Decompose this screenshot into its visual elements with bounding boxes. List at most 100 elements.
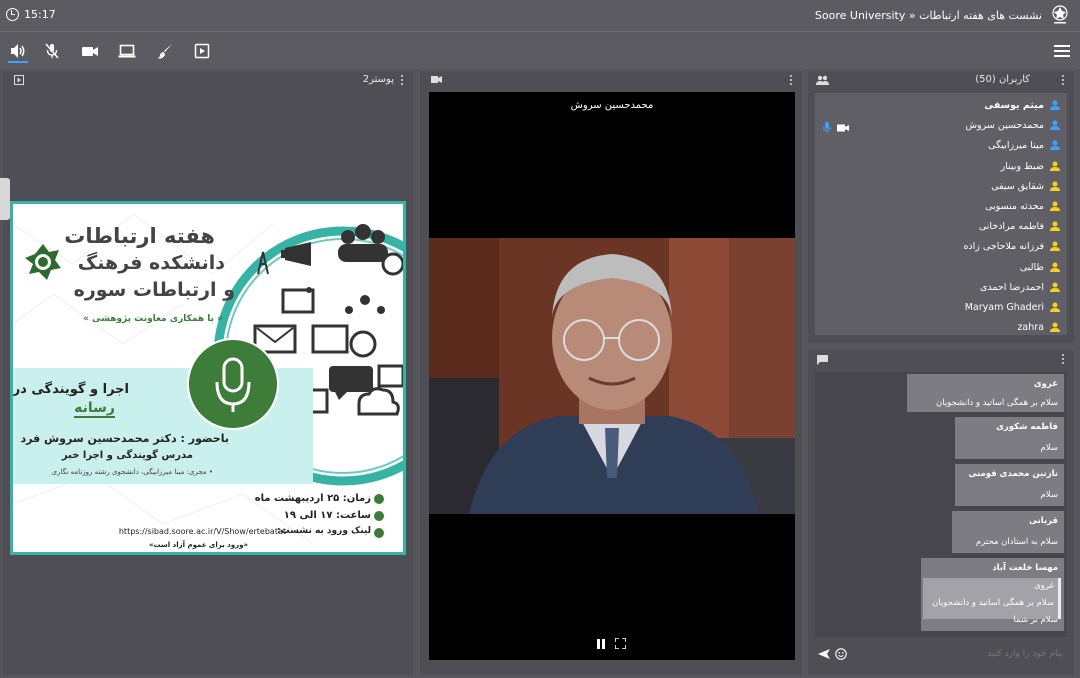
speaker-name: محمدحسین سروش [570,100,654,111]
chat-sender: مهسا خلعت آباد [992,563,1058,573]
user-name: مینا میرزابیگی [988,140,1044,152]
user-name: Maryam Ghaderi [964,302,1044,313]
poster-link-label: لینک ورود به نشست: [277,526,371,536]
emoji-icon[interactable] [835,648,847,660]
chat-input[interactable] [853,644,1063,664]
poster-public-note: «ورود برای عموم آزاد است» [148,541,248,549]
speaker-video-image [429,238,795,514]
chat-message: قربانی سلام به استادان محترم [952,511,1064,553]
presentation-panel-header: پوستر2 [3,71,413,89]
user-name: ضبط وبینار [1000,160,1044,172]
user-row[interactable]: طالبی [815,257,1067,277]
user-icon [1050,161,1060,171]
user-icon [1050,140,1060,151]
user-name: فاطمه مرادخانی [978,221,1044,233]
toolbar [0,33,1080,69]
user-icon [1050,100,1060,110]
speaker-icon[interactable] [9,42,27,60]
user-name: میثم یوسفی [984,100,1044,111]
user-row[interactable]: میثم یوسفی [815,95,1067,115]
chat-text: سلام به استادان محترم [975,537,1058,547]
user-icon [1050,221,1060,232]
presentation-icon [14,75,24,85]
user-name: فرزانه ملاحاجی زاده [963,241,1044,253]
pause-icon[interactable] [597,638,607,650]
poster-presenter-line2: مدرس گویندگی و اجرا خبر [61,450,193,461]
chat-input-bar [815,642,1067,666]
user-row[interactable]: شقایق سیفی [815,176,1067,196]
chat-icon [817,355,828,365]
poster-link-url: https://sibad.soore.ac.ir/V/Show/ertebat… [118,527,286,536]
user-row[interactable]: محمدحسین سروش [815,115,1067,135]
event-poster: هفته ارتباطات دانشکده فرهنگ و ارتباطات س… [10,201,406,555]
more-options-icon[interactable] [1062,354,1065,365]
user-row[interactable]: فاطمه مرادخانی [815,216,1067,236]
chat-panel-header [808,350,1074,368]
user-icon [1050,302,1060,312]
screen-share-icon[interactable] [118,42,136,60]
chat-text: سلام [1040,443,1058,453]
user-name: طالبی [1019,261,1044,273]
chat-quoted-message: غروی سلام بر همگی اساتید و دانشجویان [923,578,1061,619]
poster-title-line2: دانشکده فرهنگ [77,252,225,274]
poster-title-line3: و ارتباطات سوره [73,279,235,301]
chat-message: غروی سلام بر همگی اساتید و دانشجویان [907,374,1064,412]
chat-text: سلام [1040,490,1058,500]
more-options-icon[interactable] [401,75,404,86]
user-row[interactable]: فرزانه ملاحاجی زاده [815,236,1067,256]
user-name: شقایق سیفی [991,180,1044,192]
user-row[interactable]: Maryam Ghaderi [815,297,1067,317]
poster-subtitle: « با همکاری معاونت پژوهشی » [83,314,223,324]
clock-time: 15:17 [24,8,56,21]
user-row[interactable]: مینا میرزابیگی [815,135,1067,155]
user-name: zahra [1017,322,1044,334]
users-list: میثم یوسفی محمدحسین سروش مینا میرزابیگی ضبط… [815,93,1067,335]
title-bar: 15:17 Soore University » نشست های هفته ا… [0,0,1080,32]
chat-sender: قربانی [1028,516,1058,526]
user-name: محدثه منسوبی [985,201,1044,212]
user-row[interactable]: محدثه منسوبی [815,196,1067,216]
poster-topic-line1: اجرا و گویندگی در [12,382,129,397]
window-title: Soore University » نشست های هفته ارتباطا… [814,9,1042,22]
user-row[interactable]: ضبط وبینار [815,156,1067,176]
video-stream[interactable]: محمدحسین سروش [429,92,795,660]
chat-text: سلام بر شما [1013,615,1058,625]
users-panel-header: کاربران (50) [808,71,1074,89]
video-panel-header [420,71,802,89]
chat-quote-sender: غروی [1034,581,1054,591]
user-icon [1050,322,1060,333]
more-options-icon[interactable] [1062,75,1065,86]
chat-text: سلام بر همگی اساتید و دانشجویان [936,398,1058,408]
clock-icon [6,8,19,21]
speaker-active-indicator [8,61,28,63]
poster-host: • مجری: مینا میرزابیگی، دانشجوی رشته روز… [51,468,213,476]
user-icon [1050,201,1060,211]
user-icon [1050,262,1060,272]
chat-sender: فاطمه شکوری [996,422,1058,432]
user-icon [1050,282,1060,292]
camera-icon[interactable] [81,42,99,60]
poster-presenter-line1: باحضور : دکتر محمدحسین سروش فرد [20,432,229,445]
hamburger-menu-icon[interactable] [1054,45,1070,57]
brush-icon[interactable] [156,42,174,60]
fullscreen-icon[interactable] [615,638,626,649]
users-panel-title: کاربران (50) [975,74,1030,85]
user-row[interactable]: zahra [815,317,1067,337]
presentation-title: پوستر2 [362,74,394,85]
user-icon [1050,241,1060,252]
side-toggle-handle[interactable] [0,178,10,220]
poster-hour: ساعت: ۱۷ الی ۱۹ [283,510,371,521]
user-row[interactable]: احمدرضا احمدی [815,277,1067,297]
university-logo-icon [1052,5,1068,24]
user-name: احمدرضا احمدی [980,281,1044,293]
poster-topic-line2: رسانه [74,400,115,418]
mic-off-icon[interactable] [43,42,61,60]
video-icon [431,76,442,83]
users-icon [816,75,829,85]
user-name: محمدحسین سروش [965,120,1044,132]
send-icon[interactable] [818,649,830,659]
play-presentation-icon[interactable] [193,42,211,60]
more-options-icon[interactable] [790,75,793,86]
user-icon [1050,120,1060,131]
chat-message: نازنین محمدی قومنی سلام [955,464,1064,506]
